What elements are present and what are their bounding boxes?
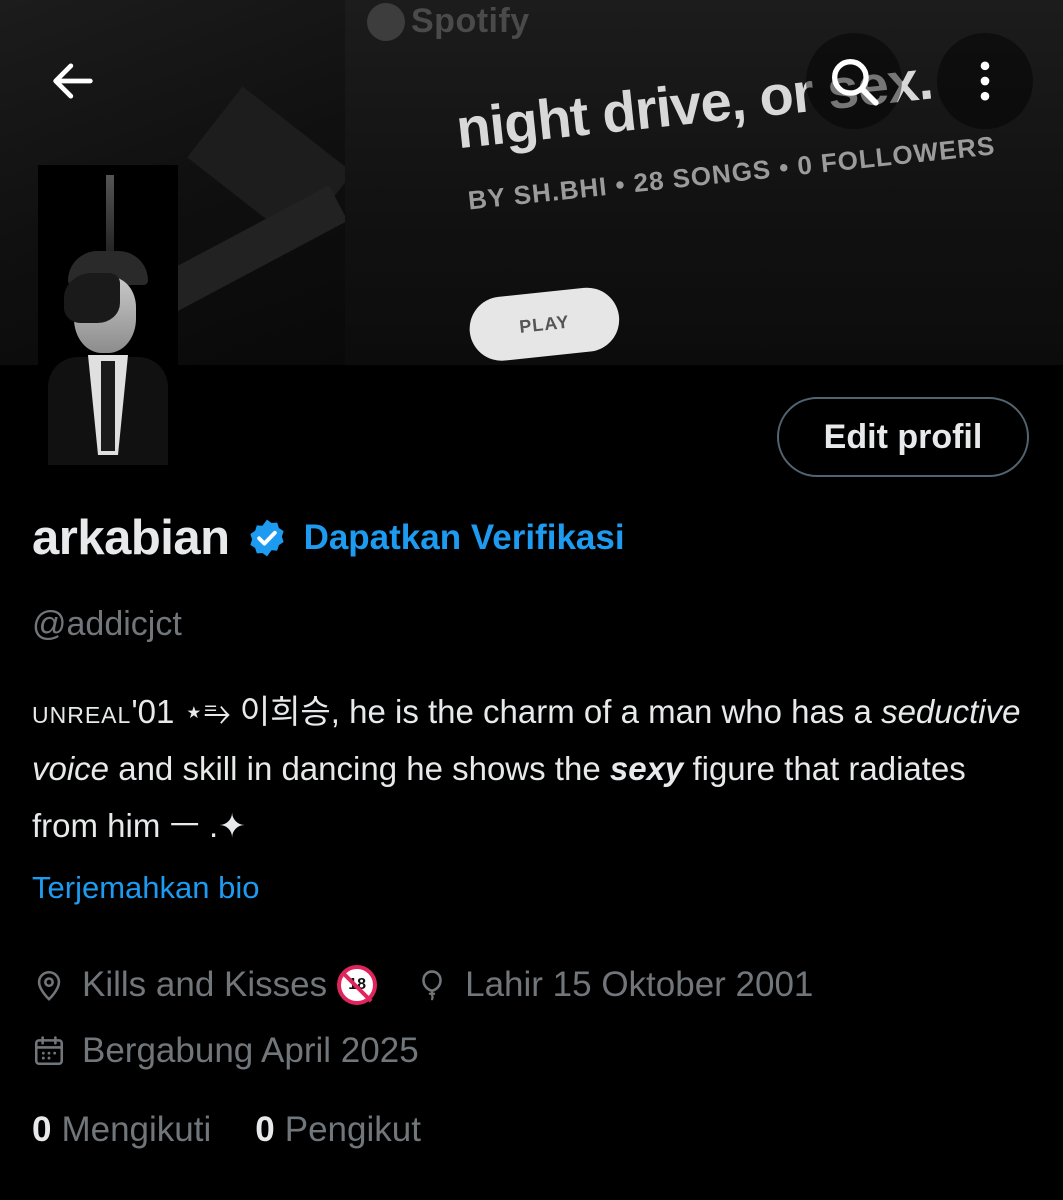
- calendar-icon: [32, 1034, 66, 1068]
- balloon-icon: [415, 968, 449, 1002]
- profile-meta-row: Bergabung April 2025: [32, 1031, 419, 1071]
- search-button[interactable]: [806, 33, 902, 129]
- display-name: arkabian: [32, 511, 230, 565]
- bio-smallcaps-text: unreal: [32, 693, 132, 730]
- following-count: 0: [32, 1110, 52, 1149]
- location-item: Kills and Kisses 18: [32, 965, 378, 1005]
- more-options-button[interactable]: [937, 33, 1033, 129]
- no-under-eighteen-icon: 18: [337, 965, 378, 1005]
- avatar[interactable]: [38, 165, 178, 465]
- arrow-left-icon: [53, 63, 93, 99]
- profile-name-row: arkabian Dapatkan Verifikasi: [32, 510, 625, 566]
- more-vertical-icon: [980, 61, 990, 101]
- get-verified-link[interactable]: Dapatkan Verifikasi: [304, 518, 625, 558]
- profile-meta-row: Kills and Kisses 18 Lahir 15 Oktober 200…: [32, 965, 813, 1005]
- search-icon: [832, 59, 879, 106]
- avatar-detail: [101, 361, 115, 451]
- location-text: Kills and Kisses: [82, 965, 328, 1004]
- profile-handle: @addicjct: [32, 605, 182, 643]
- bio-text: '01 ⋆⥱ 이희승, he is the charm of a man who…: [131, 693, 882, 730]
- joined-item: Bergabung April 2025: [32, 1031, 419, 1071]
- back-button[interactable]: [25, 33, 121, 129]
- birthday-text: Lahir 15 Oktober 2001: [465, 965, 814, 1004]
- follow-stats: 0 Mengikuti 0 Pengikut: [32, 1110, 421, 1150]
- edit-profile-button[interactable]: Edit profil: [777, 397, 1029, 477]
- birthday-item: Lahir 15 Oktober 2001: [415, 965, 813, 1005]
- following-link[interactable]: 0 Mengikuti: [32, 1110, 211, 1150]
- spotify-icon: [367, 2, 405, 41]
- profile-bio: unreal'01 ⋆⥱ 이희승, he is the charm of a m…: [32, 683, 1022, 854]
- avatar-detail: [106, 175, 114, 255]
- followers-link[interactable]: 0 Pengikut: [255, 1110, 421, 1150]
- followers-label: Pengikut: [284, 1110, 421, 1149]
- followers-count: 0: [255, 1110, 275, 1149]
- location-pin-icon: [32, 968, 66, 1002]
- joined-text: Bergabung April 2025: [82, 1031, 419, 1070]
- bio-bold-text: sexy: [609, 750, 684, 787]
- avatar-detail: [64, 273, 120, 323]
- bio-text: and skill in dancing he shows the: [109, 750, 610, 787]
- following-label: Mengikuti: [61, 1110, 212, 1149]
- translate-bio-link[interactable]: Terjemahkan bio: [32, 870, 259, 906]
- verified-badge-icon[interactable]: [246, 517, 288, 559]
